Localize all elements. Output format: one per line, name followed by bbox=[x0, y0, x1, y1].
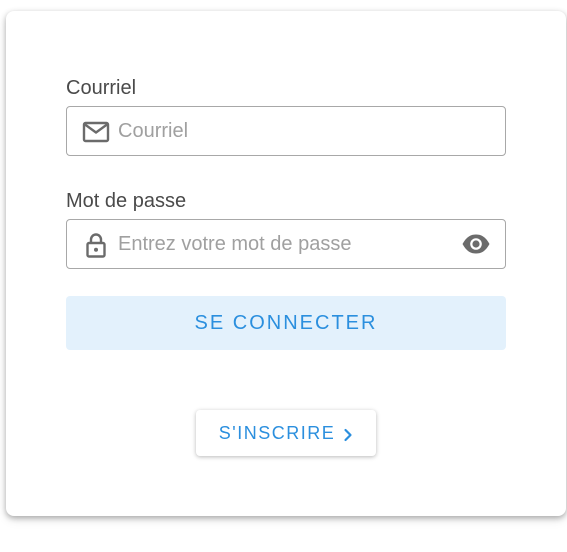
login-card: Courriel Mot de passe SE C bbox=[6, 11, 566, 516]
email-field-container[interactable] bbox=[66, 106, 506, 156]
password-label: Mot de passe bbox=[66, 190, 187, 212]
email-label: Courriel bbox=[66, 77, 137, 99]
mail-icon bbox=[82, 119, 110, 145]
lock-icon bbox=[82, 232, 110, 258]
login-button[interactable]: SE CONNECTER bbox=[66, 296, 506, 350]
password-input[interactable] bbox=[118, 220, 448, 268]
signup-button-label: S'INSCRIRE bbox=[218, 422, 336, 443]
password-field-container[interactable] bbox=[66, 219, 506, 269]
email-input[interactable] bbox=[118, 107, 498, 155]
eye-icon[interactable] bbox=[461, 232, 491, 256]
chevron-right-icon bbox=[343, 426, 353, 442]
signup-button[interactable]: S'INSCRIRE bbox=[196, 410, 376, 456]
